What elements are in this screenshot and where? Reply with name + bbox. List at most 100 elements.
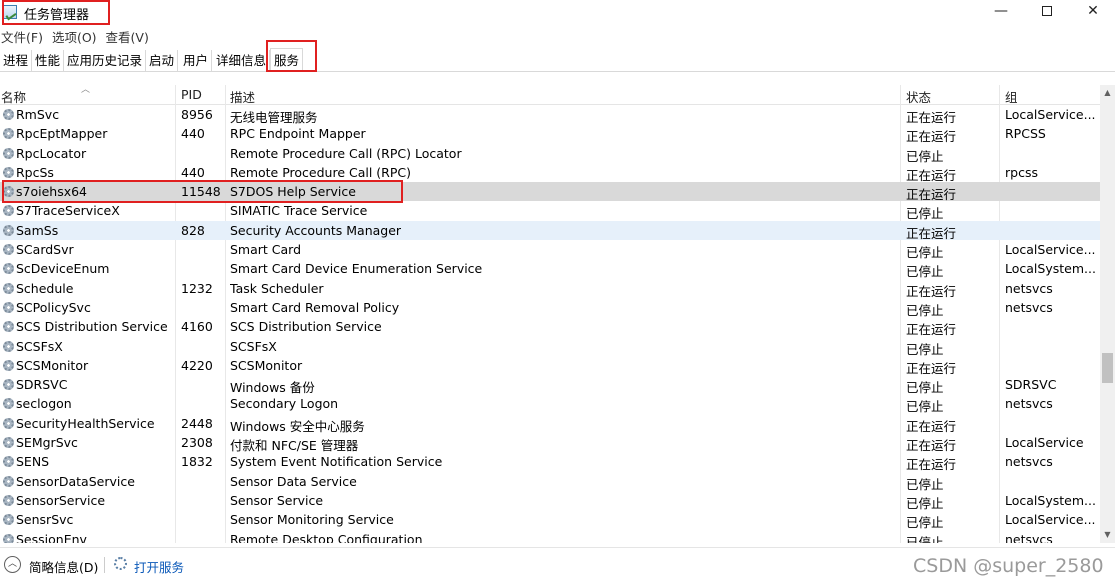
table-row[interactable]: SCardSvr Smart Card 已停止 LocalService... [0, 240, 1100, 260]
services-tab-highlight-box [266, 40, 317, 72]
maximize-button[interactable] [1024, 0, 1070, 22]
service-status: 正在运行 [906, 110, 957, 125]
table-row[interactable]: SensorDataService Sensor Data Service 已停止 [0, 472, 1100, 492]
table-row[interactable]: S7TraceServiceX SIMATIC Trace Service 已停止 [0, 201, 1100, 221]
table-row[interactable]: SCSMonitor 4220 SCSMonitor 正在运行 [0, 356, 1100, 376]
service-gear-icon [3, 514, 14, 526]
service-group: rpcss [1005, 164, 1038, 180]
close-button[interactable]: ✕ [1070, 0, 1115, 22]
service-status: 正在运行 [906, 283, 957, 299]
table-row[interactable]: RpcEptMapper 440 RPC Endpoint Mapper 正在运行 RP… [0, 124, 1100, 144]
service-description: Sensor Data Service [230, 473, 357, 489]
service-name: SDRSVC [16, 377, 68, 393]
table-row[interactable]: SensorService Sensor Service 已停止 LocalSyste… [0, 491, 1100, 511]
service-name: RpcEptMapper [16, 126, 108, 142]
service-status: 已停止 [906, 341, 944, 357]
table-row[interactable]: SCS Distribution Service 4160 SCS Distribu… [0, 317, 1100, 337]
service-name: ScDeviceEnum [16, 261, 110, 277]
service-group: netsvcs [1005, 396, 1053, 412]
vertical-scrollbar[interactable]: ▲ ▼ [1100, 85, 1115, 543]
tab-processes[interactable]: 进程 [0, 50, 33, 71]
maximize-icon [1042, 6, 1052, 16]
table-row[interactable]: SecurityHealthService 2448 Windows 安全中心服务 正… [0, 414, 1100, 434]
service-gear-icon [3, 128, 14, 140]
service-name: SecurityHealthService [16, 415, 155, 431]
column-header-description[interactable]: 描述 [230, 87, 255, 106]
service-gear-icon [3, 301, 14, 313]
service-gear-icon [3, 321, 14, 333]
service-name: SessionEnv [16, 531, 87, 543]
table-row[interactable]: SensrSvc Sensor Monitoring Service 已停止 Loca… [0, 510, 1100, 530]
tab-app-history[interactable]: 应用历史记录 [64, 50, 147, 71]
service-description: 付款和 NFC/SE 管理器 [230, 438, 359, 454]
column-header-pid[interactable]: PID [181, 87, 202, 102]
table-row[interactable]: seclogon Secondary Logon 已停止 netsvcs [0, 394, 1100, 415]
tab-details[interactable]: 详细信息 [213, 50, 271, 71]
menu-view[interactable]: 查看(V) [105, 27, 153, 45]
table-row[interactable]: ScDeviceEnum Smart Card Device Enumeratio… [0, 259, 1100, 279]
table-row[interactable]: RmSvc 8956 无线电管理服务 正在运行 LocalService... [0, 105, 1100, 125]
tab-startup[interactable]: 启动 [146, 50, 179, 71]
open-services-link[interactable]: 打开服务 [134, 557, 184, 576]
tab-performance[interactable]: 性能 [32, 50, 65, 71]
table-row[interactable]: Schedule 1232 Task Scheduler 正在运行 netsvcs [0, 279, 1100, 299]
scroll-down-icon[interactable]: ▼ [1100, 527, 1115, 543]
service-gear-icon [3, 533, 14, 543]
service-pid: 2308 [181, 435, 213, 451]
menu-options[interactable]: 选项(O) [51, 27, 101, 45]
fewer-details-button[interactable]: 简略信息(D) [29, 557, 98, 576]
scroll-up-icon[interactable]: ▲ [1100, 85, 1115, 101]
table-row[interactable]: RpcLocator Remote Procedure Call (RPC) Lo… [0, 144, 1100, 164]
column-header-group[interactable]: 组 [1005, 87, 1018, 106]
column-header-status[interactable]: 状态 [906, 87, 931, 106]
service-group: LocalSystem... [1005, 492, 1095, 508]
service-status: 正在运行 [906, 418, 957, 434]
title-highlight-box [2, 0, 110, 25]
table-row[interactable]: SENS 1832 System Event Notification Servic… [0, 452, 1100, 473]
table-row[interactable]: SamSs 828 Security Accounts Manager 正在运行 [0, 220, 1100, 241]
footer-divider [104, 557, 105, 573]
service-description: Smart Card Removal Policy [230, 299, 400, 315]
service-group: netsvcs [1005, 299, 1053, 315]
service-pid: 4220 [181, 357, 213, 373]
service-name: SensorService [16, 492, 106, 508]
tab-users[interactable]: 用户 [180, 50, 213, 71]
table-row[interactable]: SCSFsX SCSFsX 已停止 [0, 337, 1100, 357]
service-gear-icon [3, 340, 14, 352]
service-gear-icon [3, 282, 14, 294]
service-name: RmSvc [16, 107, 60, 122]
service-rows: RmSvc 8956 无线电管理服务 正在运行 LocalService... RpcEp… [0, 105, 1100, 543]
service-gear-icon [3, 494, 14, 506]
menu-file[interactable]: 文件(F) [0, 27, 47, 45]
service-gear-icon [3, 109, 14, 120]
service-description: Remote Procedure Call (RPC) Locator [230, 145, 462, 161]
service-group: LocalSystem... [1005, 261, 1095, 277]
service-status: 已停止 [906, 476, 944, 492]
service-group: LocalService... [1005, 242, 1095, 258]
service-name: SEMgrSvc [16, 435, 78, 451]
service-name: S7TraceServiceX [16, 203, 120, 219]
service-status: 已停止 [906, 399, 944, 415]
service-pid: 2448 [181, 415, 213, 431]
table-row[interactable]: SDRSVC Windows 备份 已停止 SDRSVC [0, 375, 1100, 396]
service-group: SDRSVC [1005, 377, 1057, 393]
column-header-name[interactable]: 名称 [1, 87, 26, 106]
table-row[interactable]: SessionEnv Remote Desktop Configuration 已停… [0, 530, 1100, 543]
service-name: SensrSvc [16, 512, 74, 528]
minimize-button[interactable]: — [978, 0, 1024, 22]
service-gear-icon [3, 147, 14, 159]
service-status: 已停止 [906, 495, 944, 511]
service-pid: 1232 [181, 280, 213, 296]
table-row[interactable]: SCPolicySvc Smart Card Removal Policy 已停止 n… [0, 298, 1100, 318]
scroll-thumb[interactable] [1102, 353, 1113, 383]
service-status: 正在运行 [906, 457, 957, 473]
service-name: SCS Distribution Service [16, 319, 168, 335]
service-description: Windows 安全中心服务 [230, 418, 365, 434]
chevron-up-icon[interactable]: ︿ [4, 556, 21, 573]
service-status: 已停止 [906, 380, 944, 396]
menu-bar: 文件(F) 选项(O) 查看(V) [0, 27, 157, 45]
service-gear-icon [3, 379, 14, 391]
service-pid: 8956 [181, 107, 213, 122]
table-row[interactable]: SEMgrSvc 2308 付款和 NFC/SE 管理器 正在运行 LocalServi… [0, 433, 1100, 454]
service-name: seclogon [16, 396, 72, 412]
